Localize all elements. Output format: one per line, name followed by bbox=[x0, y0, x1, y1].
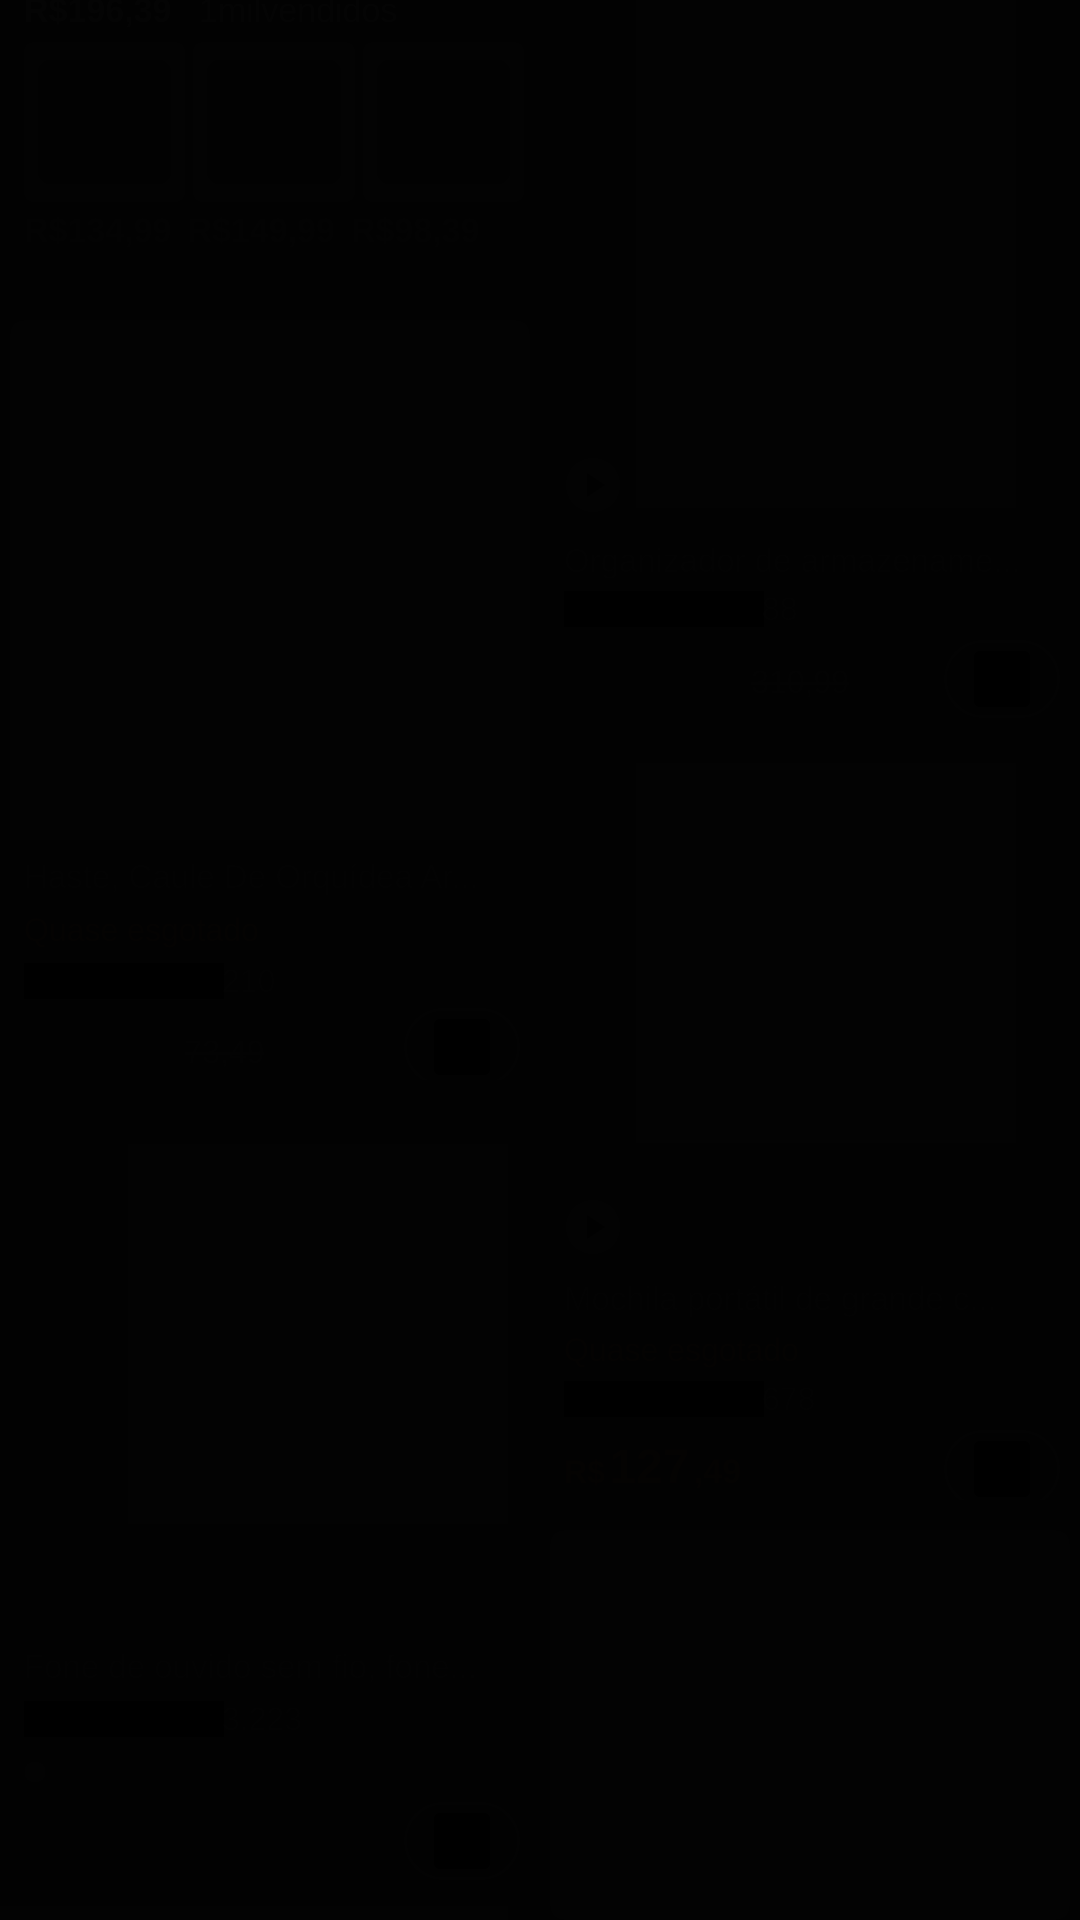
sold-count: 210 bbox=[222, 962, 276, 999]
seller-direct: Direto de LAIMICAERIN bbox=[24, 1752, 421, 1791]
price-decimal: ,98 bbox=[693, 663, 742, 701]
shopping-cart-icon bbox=[434, 1019, 490, 1075]
sold-count: 678 bbox=[762, 1380, 816, 1417]
price-integer: 143 bbox=[69, 1813, 150, 1866]
price-row: R$ 127 ,49 bbox=[564, 1440, 741, 1495]
price-decimal: ,48 bbox=[153, 1825, 202, 1863]
stock-warning: Quase esgotado bbox=[24, 912, 259, 948]
product-image[interactable] bbox=[10, 1100, 530, 1620]
thumbnail[interactable] bbox=[193, 42, 355, 202]
shopping-cart-icon bbox=[434, 1813, 490, 1869]
shopping-cart-icon bbox=[974, 651, 1030, 707]
product-card-backpack[interactable]: Mochila portátil de grande c... Quase es… bbox=[550, 760, 1070, 1500]
product-card-organizer[interactable]: Organizador de armazename... 88 R$ 200 ,… bbox=[550, 0, 1070, 720]
thumbnail[interactable] bbox=[24, 42, 186, 202]
verified-seller-icon bbox=[24, 1760, 46, 1783]
sold-row: 678 bbox=[564, 1380, 815, 1418]
product-image[interactable] bbox=[550, 1530, 1070, 1920]
top-summary: R$196,39 1milvendidos bbox=[24, 0, 397, 31]
product-image[interactable] bbox=[550, 0, 1070, 530]
product-title: Haste, Caule De Orquídea Ar... bbox=[24, 858, 479, 895]
play-icon[interactable] bbox=[566, 1200, 620, 1254]
product-image[interactable] bbox=[10, 320, 530, 840]
product-feed: R$196,39 1milvendidos R$134,99 R$149,99 … bbox=[0, 0, 1080, 1920]
product-title: Fone de ouvido sem fio, fone... bbox=[24, 1648, 478, 1685]
seller-direct-label: Direto de LAIMICAERIN bbox=[56, 1752, 421, 1790]
price-integer: 127 bbox=[609, 1441, 690, 1494]
old-price: 73,49 bbox=[184, 1034, 265, 1070]
price-currency: R$ bbox=[24, 1034, 65, 1070]
sold-row: 88 bbox=[564, 590, 798, 628]
thumbnail-price: R$149,99 bbox=[187, 212, 335, 250]
product-title: Mochila portátil de grande c... bbox=[564, 1280, 997, 1317]
sold-count: 88 bbox=[762, 590, 798, 627]
add-to-cart-button[interactable] bbox=[404, 1008, 520, 1080]
price: R$ 143 ,48 bbox=[24, 1812, 201, 1867]
sold-label-redacted bbox=[24, 1701, 224, 1737]
price: R$ 127 ,49 bbox=[564, 1440, 741, 1495]
top-price: R$196,39 bbox=[24, 0, 172, 30]
price-currency: R$ bbox=[564, 664, 605, 700]
add-to-cart-button[interactable] bbox=[944, 640, 1060, 718]
price-integer: 200 bbox=[609, 651, 690, 704]
old-price: 310,99 bbox=[751, 664, 850, 700]
thumbnail-prices: R$134,99 R$149,99 R$98,39 bbox=[24, 212, 534, 251]
price-currency: R$ bbox=[24, 1826, 65, 1862]
price-row: R$ 200 ,98 310,99 bbox=[564, 650, 849, 705]
add-to-cart-button[interactable] bbox=[944, 1430, 1060, 1500]
thumbnail-price: R$134,99 bbox=[24, 212, 172, 250]
product-image[interactable] bbox=[550, 760, 1070, 1260]
sold-label-redacted bbox=[564, 591, 764, 627]
price: R$ 200 ,98 bbox=[564, 650, 741, 705]
price-decimal: ,49 bbox=[693, 1453, 742, 1491]
sold-row: 3.223 bbox=[24, 1700, 302, 1738]
shopping-cart-icon bbox=[974, 1441, 1030, 1497]
thumbnail[interactable] bbox=[362, 42, 524, 202]
thumbnail-price: R$98,39 bbox=[350, 212, 480, 250]
stock-warning: Quase esgotado bbox=[564, 1332, 799, 1368]
product-card-orchid[interactable]: Haste, Caule De Orquídea Ar... Quase esg… bbox=[10, 320, 530, 1080]
product-title: Organizador de armazename... bbox=[564, 542, 1021, 579]
price: R$ 45 ,49 bbox=[24, 1020, 174, 1075]
top-thumbnails bbox=[24, 42, 524, 202]
price-row: R$ 45 ,49 73,49 bbox=[24, 1020, 265, 1075]
price-row: R$ 143 ,48 bbox=[24, 1812, 201, 1867]
top-sold: 1milvendidos bbox=[198, 0, 398, 30]
play-icon[interactable] bbox=[566, 458, 620, 512]
price-currency: R$ bbox=[564, 1454, 605, 1490]
product-card-next[interactable] bbox=[550, 1530, 1070, 1920]
product-card-earbuds[interactable]: Fone de ouvido sem fio, fone... 3.223 Di… bbox=[10, 1100, 530, 1880]
sold-count: 3.223 bbox=[222, 1700, 303, 1737]
sold-label-redacted bbox=[564, 1381, 764, 1417]
add-to-cart-button[interactable] bbox=[404, 1802, 520, 1880]
sold-row: 210 bbox=[24, 962, 275, 1000]
price-decimal: ,49 bbox=[127, 1033, 175, 1071]
price-integer: 45 bbox=[69, 1021, 123, 1074]
sold-label-redacted bbox=[24, 963, 224, 999]
